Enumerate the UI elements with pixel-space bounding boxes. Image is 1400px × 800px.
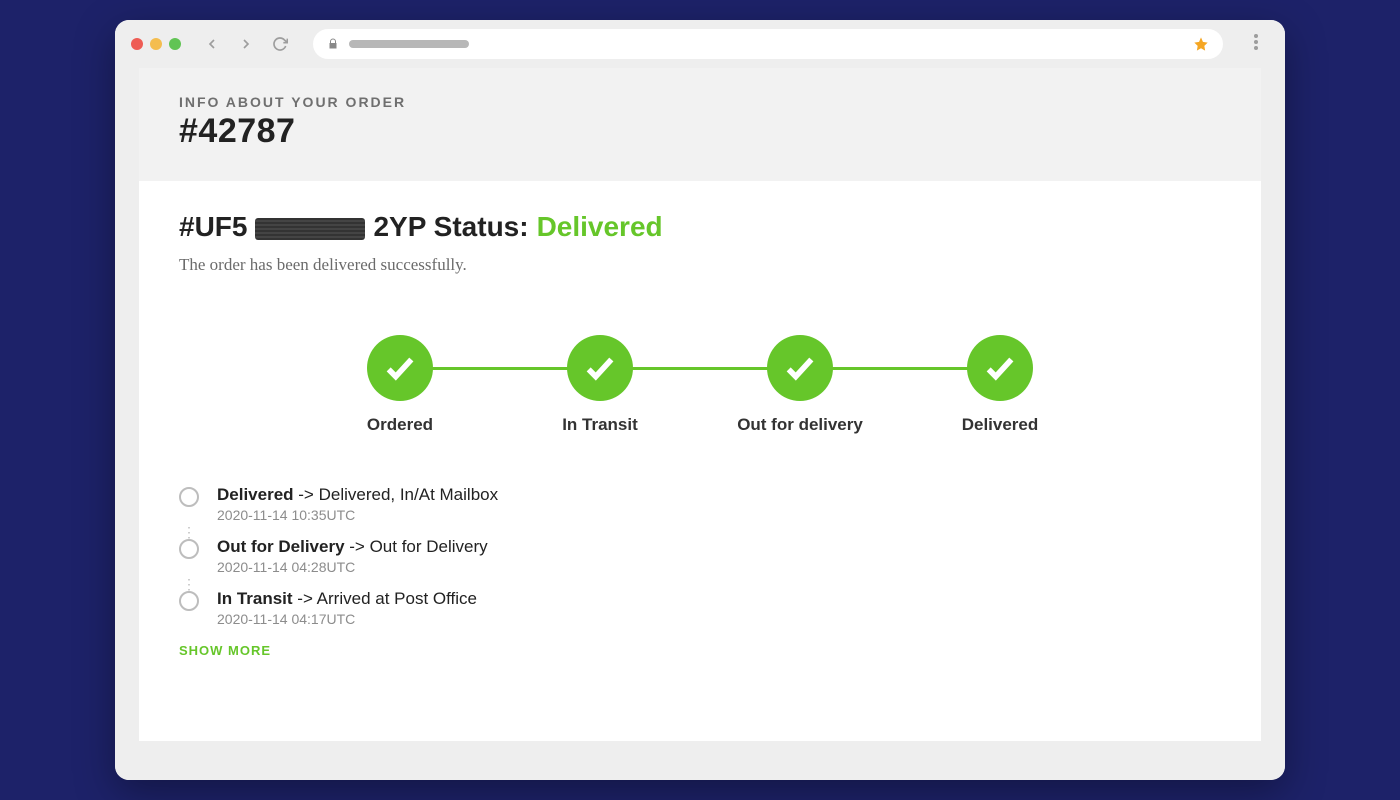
browser-window: INFO ABOUT YOUR ORDER #42787 #UF5 2YP Sta… xyxy=(115,20,1285,780)
timeline-title: In Transit -> Arrived at Post Office xyxy=(217,589,477,609)
step-in-transit: In Transit xyxy=(540,335,660,435)
status-value: Delivered xyxy=(537,211,663,243)
show-more-button[interactable]: SHOW MORE xyxy=(179,643,1221,658)
timeline-bullet-icon xyxy=(179,591,199,611)
timeline-connector: ⋮ xyxy=(179,581,199,587)
forward-button[interactable] xyxy=(233,31,259,57)
tracking-suffix: 2YP Status: xyxy=(373,211,528,243)
step-label: Ordered xyxy=(367,415,433,435)
timeline-bullet-icon xyxy=(179,539,199,559)
progress-stepper: Ordered In Transit Out for delivery Deli… xyxy=(340,335,1060,435)
timeline-title: Delivered -> Delivered, In/At Mailbox xyxy=(217,485,498,505)
timeline-time: 2020-11-14 04:28UTC xyxy=(217,559,488,575)
tracking-prefix: #UF5 xyxy=(179,211,247,243)
url-placeholder xyxy=(349,40,469,48)
step-label: Delivered xyxy=(962,415,1039,435)
content-card: #UF5 2YP Status: Delivered The order has … xyxy=(139,181,1261,741)
page-body: INFO ABOUT YOUR ORDER #42787 #UF5 2YP Sta… xyxy=(115,68,1285,780)
timeline-item: In Transit -> Arrived at Post Office 202… xyxy=(179,589,1221,627)
step-out-for-delivery: Out for delivery xyxy=(740,335,860,435)
status-description: The order has been delivered successfull… xyxy=(179,255,1221,275)
check-icon xyxy=(567,335,633,401)
step-ordered: Ordered xyxy=(340,335,460,435)
bookmark-star-icon[interactable] xyxy=(1193,36,1209,52)
timeline-item: Out for Delivery -> Out for Delivery 202… xyxy=(179,537,1221,575)
step-delivered: Delivered xyxy=(940,335,1060,435)
lock-icon xyxy=(327,37,339,51)
redacted-tracking-segment xyxy=(255,218,365,240)
timeline-item: Delivered -> Delivered, In/At Mailbox 20… xyxy=(179,485,1221,523)
info-label: INFO ABOUT YOUR ORDER xyxy=(179,94,1221,110)
browser-menu-button[interactable] xyxy=(1243,34,1269,55)
step-label: Out for delivery xyxy=(737,415,863,435)
timeline-bullet-icon xyxy=(179,487,199,507)
address-bar[interactable] xyxy=(313,29,1223,59)
check-icon xyxy=(967,335,1033,401)
minimize-window-icon[interactable] xyxy=(150,38,162,50)
close-window-icon[interactable] xyxy=(131,38,143,50)
tracking-timeline: Delivered -> Delivered, In/At Mailbox 20… xyxy=(179,485,1221,627)
window-controls xyxy=(131,38,181,50)
browser-chrome xyxy=(115,20,1285,68)
order-number: #42787 xyxy=(179,112,1221,151)
timeline-title: Out for Delivery -> Out for Delivery xyxy=(217,537,488,557)
timeline-time: 2020-11-14 10:35UTC xyxy=(217,507,498,523)
tracking-status-heading: #UF5 2YP Status: Delivered xyxy=(179,211,1221,243)
timeline-time: 2020-11-14 04:17UTC xyxy=(217,611,477,627)
order-header: INFO ABOUT YOUR ORDER #42787 xyxy=(139,68,1261,181)
maximize-window-icon[interactable] xyxy=(169,38,181,50)
step-label: In Transit xyxy=(562,415,638,435)
reload-button[interactable] xyxy=(267,31,293,57)
timeline-connector: ⋮ xyxy=(179,529,199,535)
check-icon xyxy=(367,335,433,401)
back-button[interactable] xyxy=(199,31,225,57)
check-icon xyxy=(767,335,833,401)
